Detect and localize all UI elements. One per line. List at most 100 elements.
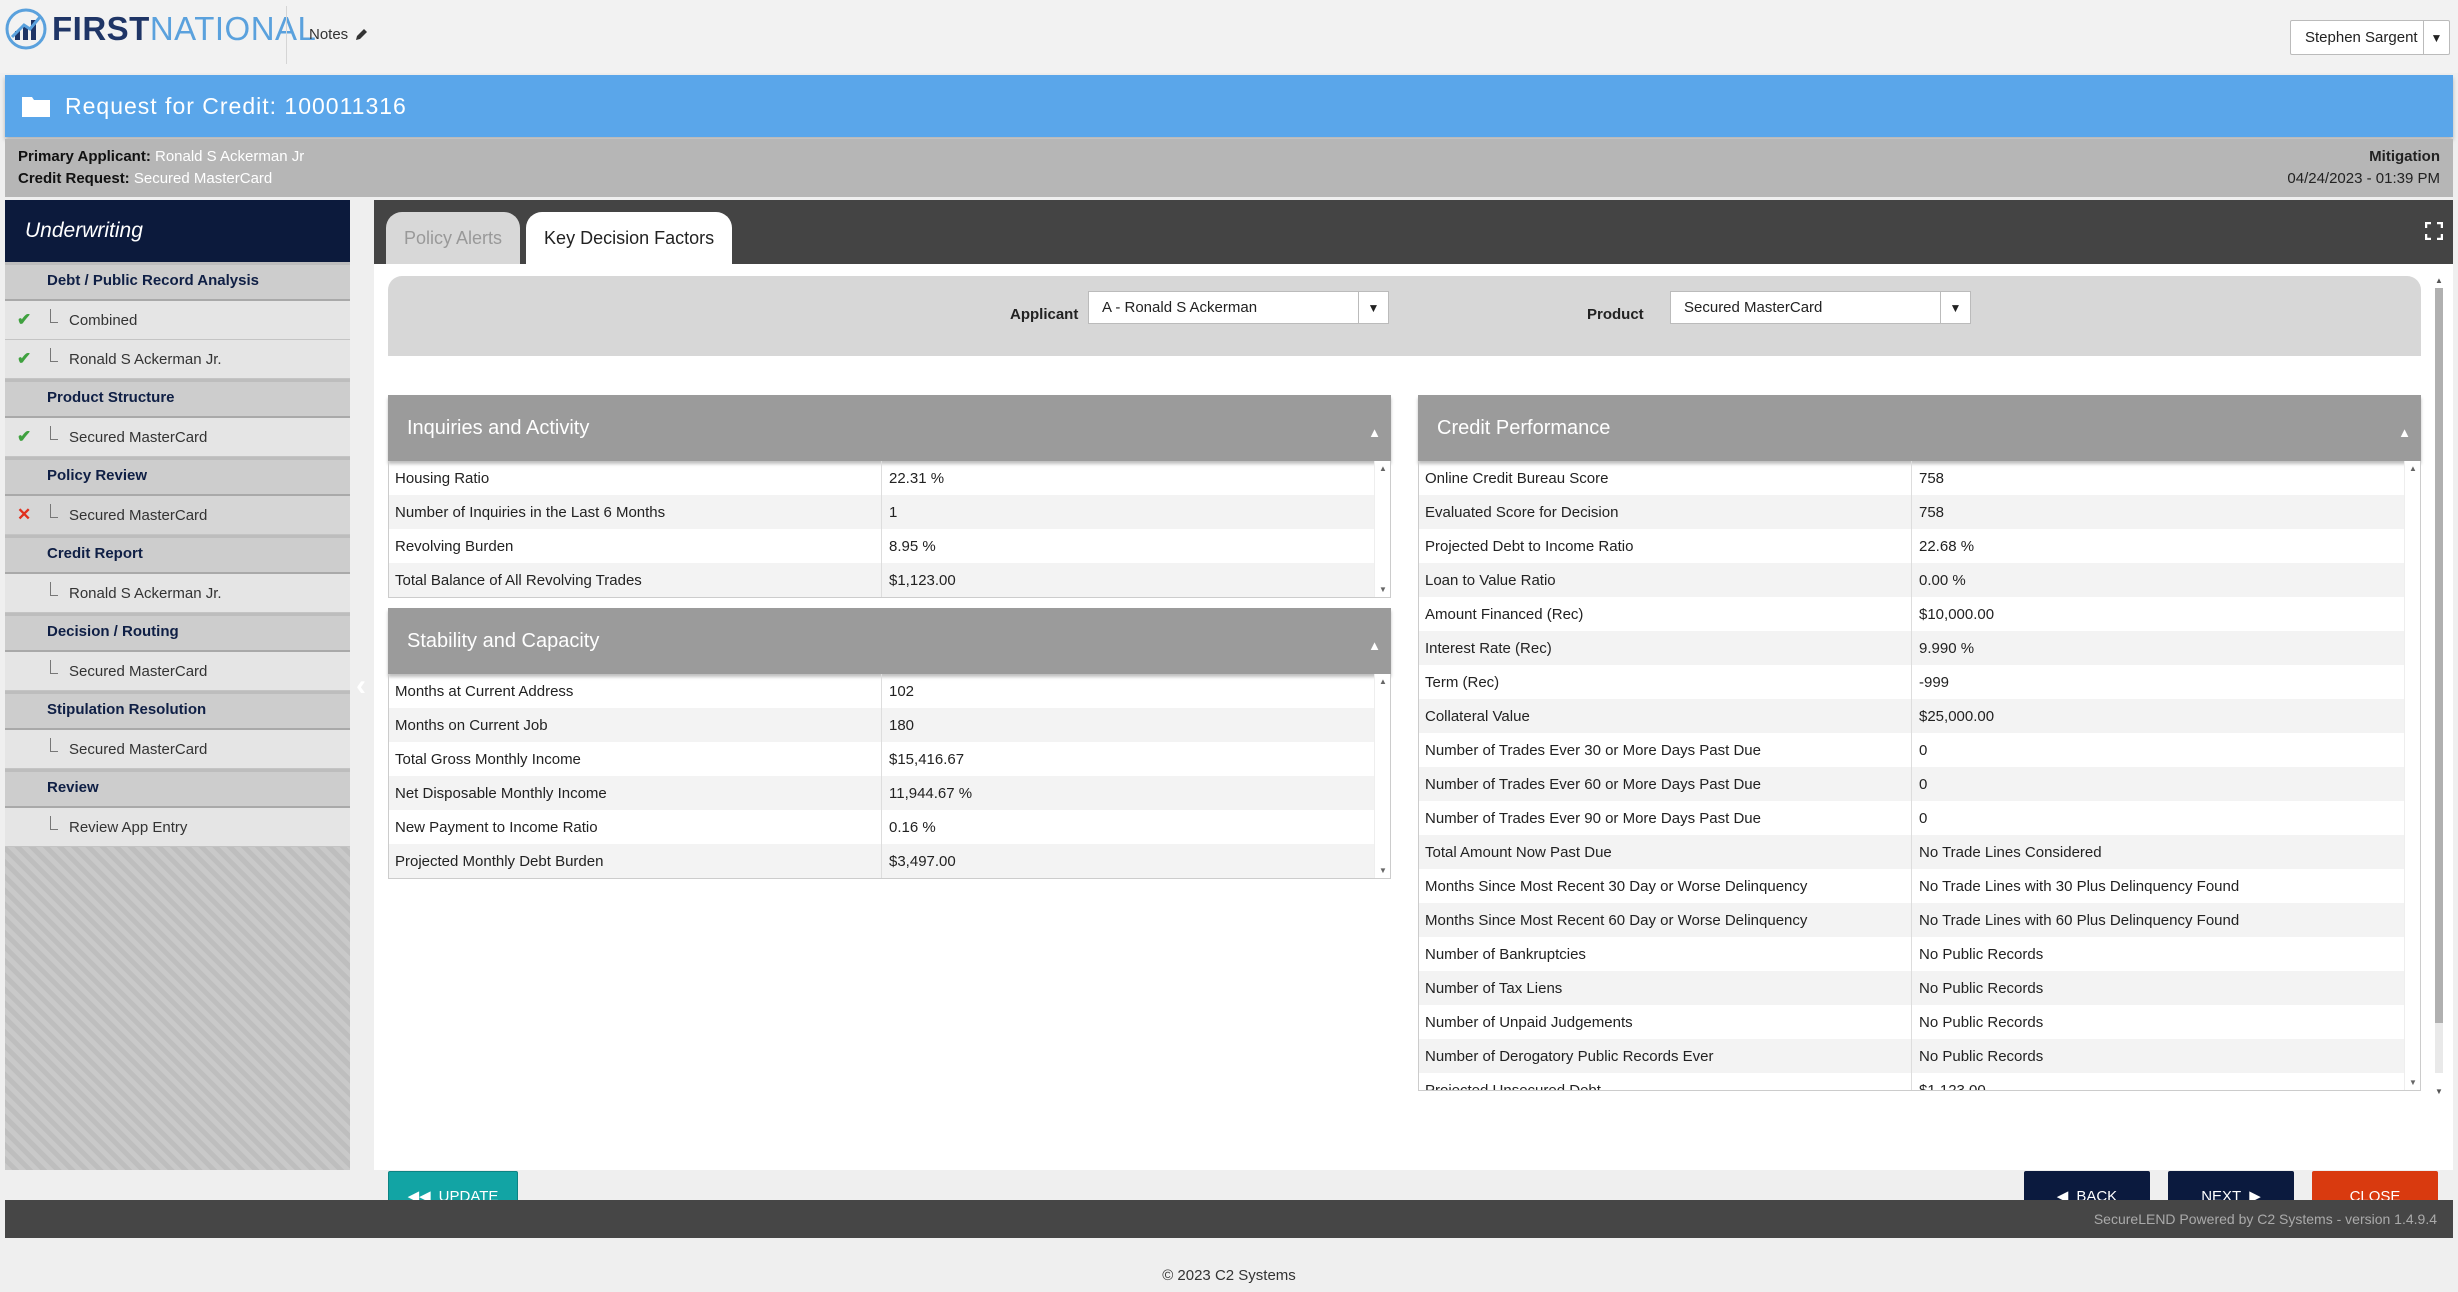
filter-bar: Applicant A - Ronald S Ackerman ▼ Produc… xyxy=(388,276,2421,356)
row-value: 0 xyxy=(1919,741,1928,759)
table-row: Number of Trades Ever 30 or More Days Pa… xyxy=(1419,733,2420,767)
row-label: Housing Ratio xyxy=(389,461,882,495)
panel-scrollbar[interactable]: ▲ ▼ xyxy=(1374,674,1390,878)
sidebar-section-credit-report[interactable]: Credit Report xyxy=(5,535,350,574)
table-row: Total Gross Monthly Income $15,416.67 xyxy=(389,742,1390,776)
table-row: Number of Bankruptcies No Public Records xyxy=(1419,937,2420,971)
table-row: Loan to Value Ratio 0.00 % xyxy=(1419,563,2420,597)
expand-icon[interactable] xyxy=(2425,222,2443,240)
primary-applicant-label: Primary Applicant: xyxy=(18,148,151,165)
table-row: Projected Monthly Debt Burden $3,497.00 xyxy=(389,844,1390,878)
row-label: Collateral Value xyxy=(1419,699,1912,733)
status-text: Mitigation xyxy=(2369,148,2440,165)
row-value: 0 xyxy=(1919,775,1928,793)
row-value: No Public Records xyxy=(1919,945,2044,963)
sidebar-item-ackerman[interactable]: ✔ Ronald S Ackerman Jr. xyxy=(5,340,350,379)
row-value: 102 xyxy=(889,682,915,700)
sidebar-item-credit-ackerman[interactable]: Ronald S Ackerman Jr. xyxy=(5,574,350,613)
version-text: SecureLEND Powered by C2 Systems - versi… xyxy=(2093,1211,2437,1227)
table-row: Projected Debt to Income Ratio 22.68 % xyxy=(1419,529,2420,563)
table-row: Term (Rec) -999 xyxy=(1419,665,2420,699)
row-label: Total Gross Monthly Income xyxy=(389,742,882,776)
sidebar-item-decision-mastercard[interactable]: Secured MasterCard xyxy=(5,652,350,691)
stability-title: Stability and Capacity xyxy=(407,629,600,652)
row-value: No Trade Lines with 30 Plus Delinquency … xyxy=(1919,877,2240,895)
x-icon: ✕ xyxy=(17,505,32,524)
panel-scrollbar[interactable]: ▲ ▼ xyxy=(1374,461,1390,597)
stability-table: Months at Current Address 102 Months on C… xyxy=(388,674,1391,879)
credit-request: Credit Request: Secured MasterCard xyxy=(18,170,272,187)
credit-request-value: Secured MasterCard xyxy=(133,170,273,187)
chevron-down-icon: ▼ xyxy=(1358,292,1388,323)
chevron-down-icon[interactable]: ▼ xyxy=(2423,21,2449,54)
sidebar-item-review-app-entry[interactable]: Review App Entry xyxy=(5,808,350,847)
underwriting-sidebar: Underwriting Debt / Public Record Analys… xyxy=(5,200,350,1170)
row-label: Loan to Value Ratio xyxy=(1419,563,1912,597)
table-row: Collateral Value $25,000.00 xyxy=(1419,699,2420,733)
check-icon: ✔ xyxy=(17,349,32,368)
table-row: Number of Tax Liens No Public Records xyxy=(1419,971,2420,1005)
sidebar-item-label: Ronald S Ackerman Jr. xyxy=(69,350,222,368)
stability-panel-header[interactable]: Stability and Capacity ▲ xyxy=(388,608,1391,674)
row-label: Projected Monthly Debt Burden xyxy=(389,844,882,878)
content-scrollbar[interactable]: ▲ ▼ xyxy=(2433,276,2445,1096)
stability-panel: Stability and Capacity ▲ Months at Curre… xyxy=(388,608,1391,879)
primary-applicant-value: Ronald S Ackerman Jr xyxy=(154,148,305,165)
table-row: Revolving Burden 8.95 % xyxy=(389,529,1390,563)
panel-scrollbar[interactable]: ▲ ▼ xyxy=(2404,461,2420,1090)
row-value: 180 xyxy=(889,716,915,734)
content-area: Applicant A - Ronald S Ackerman ▼ Produc… xyxy=(374,264,2453,1221)
sidebar-item-policy-mastercard[interactable]: ✕ Secured MasterCard xyxy=(5,496,350,535)
chevron-left-icon[interactable]: ‹ xyxy=(350,671,372,701)
credit-performance-panel: Credit Performance ▲ Online Credit Burea… xyxy=(1418,395,2421,1091)
row-label: Months Since Most Recent 60 Day or Worse… xyxy=(1419,903,1912,937)
sidebar-section-product-structure[interactable]: Product Structure xyxy=(5,379,350,418)
timestamp: 04/24/2023 - 01:39 PM xyxy=(2287,170,2440,187)
sidebar-item-combined[interactable]: ✔ Combined xyxy=(5,301,350,340)
applicant-select[interactable]: A - Ronald S Ackerman ▼ xyxy=(1088,291,1389,324)
notes-label: Notes xyxy=(309,26,349,43)
user-dropdown[interactable]: Stephen Sargent ▼ xyxy=(2290,20,2450,55)
collapse-icon[interactable]: ▲ xyxy=(1368,638,1381,653)
sidebar-section-review[interactable]: Review xyxy=(5,769,350,808)
check-icon: ✔ xyxy=(17,427,32,446)
table-row: Projected Unsecured Debt $1,123.00 xyxy=(1419,1073,2420,1090)
row-label: New Payment to Income Ratio xyxy=(389,810,882,844)
logo-icon xyxy=(5,8,47,50)
product-select[interactable]: Secured MasterCard ▼ xyxy=(1670,291,1971,324)
page-title: Request for Credit: 100011316 xyxy=(65,92,407,119)
sidebar-section-decision-routing[interactable]: Decision / Routing xyxy=(5,613,350,652)
table-row: New Payment to Income Ratio 0.16 % xyxy=(389,810,1390,844)
sidebar-section-debt[interactable]: Debt / Public Record Analysis xyxy=(5,262,350,301)
row-value: -999 xyxy=(1919,673,1950,691)
sidebar-item-product-mastercard[interactable]: ✔ Secured MasterCard xyxy=(5,418,350,457)
row-label: Number of Trades Ever 60 or More Days Pa… xyxy=(1419,767,1912,801)
row-value: 9.990 % xyxy=(1919,639,1975,657)
row-label: Projected Debt to Income Ratio xyxy=(1419,529,1912,563)
applicant-label: Applicant xyxy=(1010,306,1079,323)
table-row: Housing Ratio 22.31 % xyxy=(389,461,1390,495)
table-row: Number of Derogatory Public Records Ever… xyxy=(1419,1039,2420,1073)
inquiries-panel-header[interactable]: Inquiries and Activity ▲ xyxy=(388,395,1391,461)
credit-panel-header[interactable]: Credit Performance ▲ xyxy=(1418,395,2421,461)
row-label: Number of Unpaid Judgements xyxy=(1419,1005,1912,1039)
tab-policy-alerts[interactable]: Policy Alerts xyxy=(386,212,521,264)
sidebar-section-policy-review[interactable]: Policy Review xyxy=(5,457,350,496)
sidebar-item-label: Secured MasterCard xyxy=(69,740,208,758)
collapse-icon[interactable]: ▲ xyxy=(1368,425,1381,440)
tab-bar: Policy Alerts Key Decision Factors xyxy=(386,212,733,264)
row-value: No Public Records xyxy=(1919,1047,2044,1065)
collapse-icon[interactable]: ▲ xyxy=(2398,425,2411,440)
sidebar-item-stipulation-mastercard[interactable]: Secured MasterCard xyxy=(5,730,350,769)
tab-key-decision-factors[interactable]: Key Decision Factors xyxy=(526,212,733,264)
row-value: 0.00 % xyxy=(1919,571,1966,589)
table-row: Number of Unpaid Judgements No Public Rec… xyxy=(1419,1005,2420,1039)
row-value: No Public Records xyxy=(1919,979,2044,997)
row-value: 0 xyxy=(1919,809,1928,827)
chevron-down-icon: ▼ xyxy=(1940,292,1970,323)
top-divider xyxy=(286,6,287,64)
notes-button[interactable]: Notes xyxy=(309,26,368,43)
logo-text: FIRSTNATIONAL xyxy=(52,10,316,48)
footer-bar: SecureLEND Powered by C2 Systems - versi… xyxy=(5,1200,2453,1238)
sidebar-section-stipulation[interactable]: Stipulation Resolution xyxy=(5,691,350,730)
